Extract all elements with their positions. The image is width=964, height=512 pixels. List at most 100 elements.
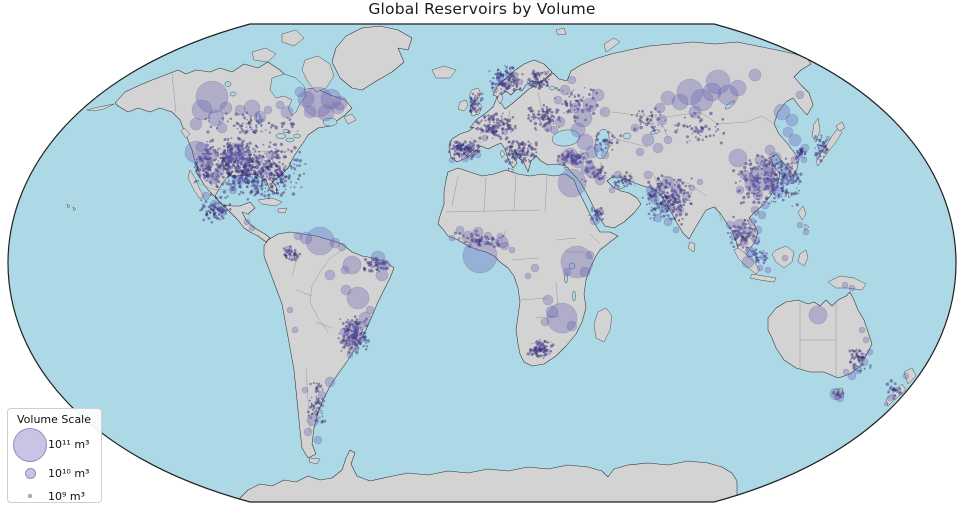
- reservoir-bubble: [646, 186, 654, 194]
- reservoir-bubble: [304, 106, 316, 118]
- reservoir-bubble: [276, 101, 284, 109]
- reservoir-bubble: [726, 221, 734, 229]
- reservoir-bubble: [659, 203, 669, 213]
- reservoir-bubble: [797, 222, 803, 228]
- legend-title: Volume Scale: [17, 413, 97, 426]
- reservoir-bubble: [755, 155, 765, 165]
- reservoir-bubble: [860, 358, 868, 366]
- reservoir-bubble: [654, 214, 662, 222]
- reservoir-bubble: [568, 76, 576, 84]
- reservoir-bubble: [742, 256, 754, 268]
- reservoir-bubble: [376, 269, 388, 281]
- reservoir-bubble: [554, 96, 562, 104]
- reservoir-bubble: [454, 146, 462, 154]
- reservoir-bubble: [764, 164, 776, 176]
- legend-circle-1e11: [13, 428, 47, 462]
- lake-ladoga: [550, 86, 555, 90]
- reservoir-bubble: [689, 106, 701, 118]
- legend-symbol-cell: [12, 494, 48, 498]
- world-map: [0, 0, 964, 512]
- legend-circle-1e10: [25, 468, 36, 479]
- reservoir-bubble: [818, 148, 822, 152]
- reservoir-bubble: [218, 208, 226, 216]
- reservoir-bubble: [736, 186, 744, 194]
- reservoir-bubble: [517, 79, 523, 85]
- reservoir-bubble: [469, 143, 475, 149]
- reservoir-bubble: [318, 105, 334, 121]
- reservoir-bubble: [206, 149, 218, 161]
- legend-symbol-cell: [12, 468, 48, 479]
- reservoir-bubble: [729, 149, 747, 167]
- reservoir-bubble: [671, 185, 681, 195]
- legend-label: 10¹⁰ m³: [48, 467, 89, 480]
- reservoir-bubble: [244, 219, 250, 225]
- reservoir-bubble: [803, 229, 809, 235]
- reservoir-bubble: [757, 265, 763, 271]
- reservoir-bubble: [210, 200, 220, 210]
- reservoir-bubble: [482, 135, 488, 141]
- reservoir-bubble: [592, 89, 604, 101]
- legend-row: 10⁹ m³: [12, 485, 97, 507]
- reservoir-bubble: [600, 107, 610, 117]
- reservoir-bubble: [287, 307, 293, 313]
- reservoir-bubble: [673, 227, 679, 233]
- reservoir-bubble: [796, 91, 804, 99]
- reservoir-bubble: [347, 352, 353, 358]
- reservoir-bubble: [473, 227, 483, 237]
- reservoir-bubble: [341, 285, 351, 295]
- reservoir-bubble: [596, 208, 604, 216]
- reservoir-bubble: [570, 103, 580, 113]
- reservoir-bubble: [496, 236, 508, 248]
- reservoir-bubble: [748, 218, 756, 226]
- reservoir-bubble: [843, 369, 849, 375]
- reservoir-bubble: [651, 196, 659, 204]
- reservoir-bubble: [730, 80, 746, 96]
- legend-label: 10¹¹ m³: [48, 438, 89, 451]
- reservoir-bubble: [333, 96, 347, 110]
- reservoir-bubble: [765, 267, 771, 273]
- reservoir-bubble: [594, 144, 602, 152]
- reservoir-bubble: [863, 337, 869, 343]
- reservoir-bubble: [743, 227, 753, 237]
- reservoir-bubble: [504, 81, 512, 89]
- reservoir-bubble: [854, 366, 862, 374]
- reservoir-bubble: [697, 179, 703, 185]
- reservoir-bubble: [496, 74, 504, 82]
- reservoir-bubble: [682, 192, 690, 200]
- reservoir-bubble: [773, 187, 783, 197]
- reservoir-bubble: [661, 91, 675, 105]
- reservoir-bubble: [655, 185, 665, 195]
- reservoir-bubble: [664, 136, 672, 144]
- reservoir-bubble: [754, 226, 762, 234]
- reservoir-bubble: [294, 232, 302, 240]
- reservoir-bubble: [338, 243, 346, 251]
- reservoir-bubble: [340, 328, 348, 336]
- reservoir-bubble: [541, 318, 549, 326]
- reservoir-bubble: [563, 268, 571, 276]
- reservoir-bubble: [351, 344, 359, 352]
- reservoir-bubble: [380, 260, 390, 270]
- reservoir-bubble: [859, 327, 865, 333]
- reservoir-bubble: [302, 387, 308, 393]
- reservoir-bubble: [826, 136, 830, 140]
- reservoir-bubble: [253, 155, 263, 165]
- reservoir-bubble: [462, 231, 474, 243]
- reservoir-bubble: [740, 170, 750, 180]
- reservoir-bubble: [258, 168, 266, 176]
- reservoir-bubble: [543, 295, 553, 305]
- reservoir-bubble: [461, 154, 469, 162]
- reservoir-bubble: [758, 211, 766, 219]
- reservoir-bubble: [783, 127, 793, 137]
- reservoir-bubble: [343, 256, 361, 274]
- reservoir-bubble: [801, 144, 809, 152]
- reservoir-bubble: [544, 124, 552, 132]
- reservoir-bubble: [251, 178, 259, 186]
- great-lakes: [294, 134, 301, 138]
- great-bear-lake: [225, 82, 231, 87]
- reservoir-bubble: [560, 85, 570, 95]
- reservoir-bubble: [816, 156, 820, 160]
- reservoir-bubble: [836, 394, 844, 402]
- reservoir-bubble: [236, 151, 250, 165]
- reservoir-bubble: [325, 377, 335, 387]
- reservoir-bubble: [546, 306, 558, 318]
